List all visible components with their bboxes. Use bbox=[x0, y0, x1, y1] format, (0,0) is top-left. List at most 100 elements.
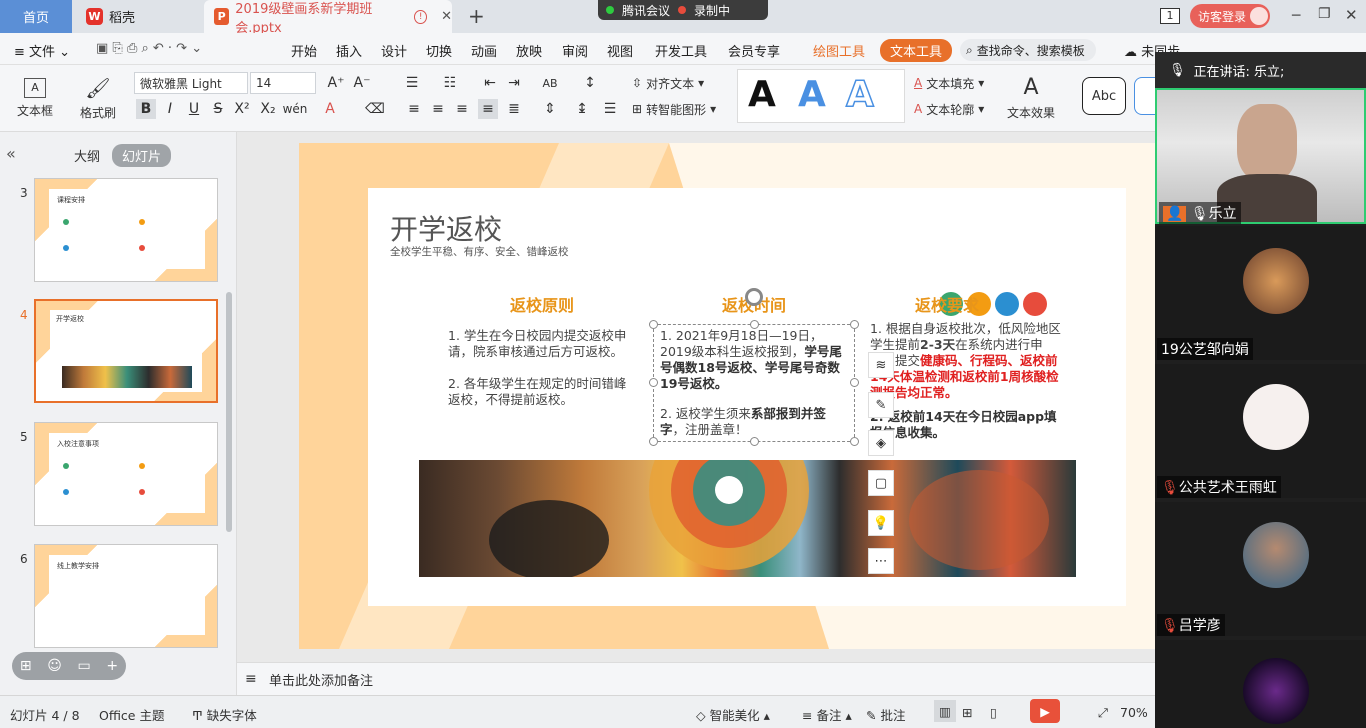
increase-font-icon[interactable]: A⁺ bbox=[326, 73, 346, 93]
video-tile[interactable]: 19公艺邹向娟 bbox=[1155, 226, 1366, 360]
resize-handle[interactable] bbox=[850, 437, 859, 446]
tab-document[interactable]: P 2019级壁画系新学期班会.pptx ! ✕ bbox=[204, 0, 452, 36]
theme-name[interactable]: Office 主题 bbox=[99, 705, 164, 724]
resize-handle[interactable] bbox=[649, 437, 658, 446]
resize-handle[interactable] bbox=[850, 378, 859, 387]
subscript-icon[interactable]: X₂ bbox=[258, 99, 278, 119]
clear-format-icon[interactable]: ⌫ bbox=[365, 99, 385, 119]
text-fill-button[interactable]: A 文本填充 ▾ bbox=[914, 73, 984, 93]
command-search-input[interactable]: ⌕ 查找命令、搜索模板 bbox=[960, 39, 1096, 61]
slide-title[interactable]: 开学返校 bbox=[390, 208, 502, 248]
outline-tab[interactable]: 大纲 bbox=[74, 146, 100, 165]
menu-member[interactable]: 会员专享 bbox=[728, 41, 780, 60]
bold-icon[interactable]: B bbox=[136, 99, 156, 119]
smart-beautify-button[interactable]: ◇ 智能美化 ▴ bbox=[696, 705, 770, 724]
style-black-a[interactable]: A bbox=[748, 74, 776, 115]
bullet-list-icon[interactable]: ☰ bbox=[402, 73, 422, 93]
textbox-button[interactable]: A 文本框 bbox=[10, 71, 60, 125]
menu-animation[interactable]: 动画 bbox=[471, 41, 497, 60]
columns-icon[interactable]: ☰ bbox=[600, 99, 620, 119]
tab-home[interactable]: 首页 bbox=[0, 0, 72, 33]
new-tab-button[interactable]: + bbox=[468, 4, 485, 28]
sort-icon[interactable]: ↕ bbox=[580, 73, 600, 93]
paragraph-spacing-icon[interactable]: ⇕ bbox=[540, 99, 560, 119]
justify-icon[interactable]: ≡ bbox=[478, 99, 498, 119]
notes-pane[interactable]: ≡ 单击此处添加备注 bbox=[237, 662, 1155, 695]
file-menu[interactable]: ≡ 文件 ⌄ bbox=[14, 41, 70, 60]
slide-thumb-6[interactable]: 线上教学安排 bbox=[34, 544, 218, 648]
menu-view[interactable]: 视图 bbox=[607, 41, 633, 60]
phonetic-icon[interactable]: wén bbox=[283, 99, 308, 119]
text-effect-button[interactable]: A 文本效果 bbox=[1000, 71, 1062, 125]
style-outline-a[interactable]: A bbox=[845, 73, 874, 116]
video-tile[interactable] bbox=[1155, 640, 1366, 728]
font-name-select[interactable]: 微软雅黑 Light bbox=[134, 72, 248, 94]
col3-heading[interactable]: 返校要求 bbox=[915, 292, 979, 316]
text-outline-button[interactable]: A 文本轮廓 ▾ bbox=[914, 99, 984, 119]
shape-style-abc[interactable]: Abc bbox=[1082, 77, 1126, 115]
font-color-icon[interactable]: A bbox=[320, 99, 340, 119]
reading-view-icon[interactable]: ▯ bbox=[990, 705, 997, 720]
distribute-icon[interactable]: ≣ bbox=[504, 99, 524, 119]
slide-thumb-5[interactable]: 入校注意事项 bbox=[34, 422, 218, 526]
menu-developer[interactable]: 开发工具 bbox=[655, 41, 707, 60]
collapse-panel-icon[interactable]: « bbox=[6, 144, 16, 163]
menu-text-tools[interactable]: 文本工具 bbox=[880, 39, 953, 62]
align-right-icon[interactable]: ≡ bbox=[452, 99, 472, 119]
grid-icon[interactable]: ⊞ bbox=[20, 658, 32, 674]
video-tile[interactable]: 🎙公共艺术王雨虹 bbox=[1155, 364, 1366, 498]
fit-window-icon[interactable]: ⤢ bbox=[1098, 705, 1108, 721]
superscript-icon[interactable]: X² bbox=[232, 99, 252, 119]
zoom-level[interactable]: 70% bbox=[1120, 705, 1148, 720]
smart-shape-button[interactable]: ⊞ 转智能图形 ▾ bbox=[632, 99, 716, 119]
pen-icon[interactable]: ✎ bbox=[868, 392, 894, 418]
col2-body[interactable]: 1. 2021年9月18日—19日，2019级本科生返校报到，学号尾号偶数18号… bbox=[660, 328, 850, 438]
underline-icon[interactable]: U bbox=[184, 99, 204, 119]
frame-icon[interactable]: ▢ bbox=[868, 470, 894, 496]
col1-heading[interactable]: 返校原则 bbox=[510, 292, 574, 316]
layers-icon[interactable]: ≋ bbox=[868, 352, 894, 378]
decrease-font-icon[interactable]: A⁻ bbox=[352, 73, 372, 93]
slide-thumb-4[interactable]: 开学返校 bbox=[34, 299, 218, 403]
sorter-view-icon[interactable]: ⊞ bbox=[962, 705, 972, 720]
align-text-button[interactable]: ⇳ 对齐文本 ▾ bbox=[632, 73, 704, 93]
quick-access-toolbar[interactable]: ▣ ⎘ ⎙ ⌕ ↶ · ↷ ⌄ bbox=[96, 41, 202, 56]
panel-scrollbar[interactable] bbox=[226, 292, 232, 532]
visitor-login-button[interactable]: 访客登录 bbox=[1190, 4, 1270, 28]
resize-handle[interactable] bbox=[750, 437, 759, 446]
resize-handle[interactable] bbox=[850, 320, 859, 329]
page-badge[interactable]: 1 bbox=[1160, 8, 1180, 24]
slides-tab[interactable]: 幻灯片 bbox=[112, 144, 172, 167]
menu-slideshow[interactable]: 放映 bbox=[516, 41, 542, 60]
panel-floating-toolbar[interactable]: ⊞ ☺ ▭ + bbox=[12, 652, 126, 680]
shape-style-next[interactable] bbox=[1134, 77, 1155, 115]
close-window-icon[interactable]: ✕ bbox=[1345, 6, 1358, 24]
menu-start[interactable]: 开始 bbox=[291, 41, 317, 60]
rotate-handle-icon[interactable] bbox=[745, 288, 763, 306]
text-style-gallery[interactable]: A A A bbox=[737, 69, 905, 123]
menu-drawing-tools[interactable]: 绘图工具 bbox=[813, 41, 865, 60]
format-painter-button[interactable]: 🖌 格式刷 bbox=[76, 71, 120, 125]
strikethrough-icon[interactable]: S bbox=[208, 99, 228, 119]
font-size-select[interactable]: 14 bbox=[250, 72, 316, 94]
resize-handle[interactable] bbox=[649, 320, 658, 329]
style-blue-a[interactable]: A bbox=[798, 74, 826, 115]
comments-button[interactable]: ✎ 批注 bbox=[866, 705, 905, 724]
resize-handle[interactable] bbox=[649, 378, 658, 387]
numbered-list-icon[interactable]: ☷ bbox=[440, 73, 460, 93]
slide-thumb-3[interactable]: 课程安排 bbox=[34, 178, 218, 282]
minimize-icon[interactable]: ─ bbox=[1292, 8, 1300, 24]
increase-indent-icon[interactable]: ⇥ bbox=[504, 73, 524, 93]
play-slideshow-button[interactable]: ▶ bbox=[1030, 699, 1060, 723]
line-spacing-icon[interactable]: ↨ bbox=[572, 99, 592, 119]
close-tab-icon[interactable]: ✕ bbox=[441, 9, 452, 24]
chat-icon[interactable]: ▭ bbox=[78, 658, 91, 674]
meeting-indicator[interactable]: 腾讯会议 录制中 bbox=[598, 0, 768, 20]
align-left-icon[interactable]: ≡ bbox=[404, 99, 424, 119]
align-center-icon[interactable]: ≡ bbox=[428, 99, 448, 119]
slide-photo[interactable] bbox=[419, 410, 1076, 580]
notes-toggle-button[interactable]: ≡ 备注 ▴ bbox=[802, 705, 852, 724]
menu-design[interactable]: 设计 bbox=[381, 41, 407, 60]
restore-icon[interactable]: ❐ bbox=[1318, 6, 1331, 22]
emoji-icon[interactable]: ☺ bbox=[47, 658, 62, 674]
